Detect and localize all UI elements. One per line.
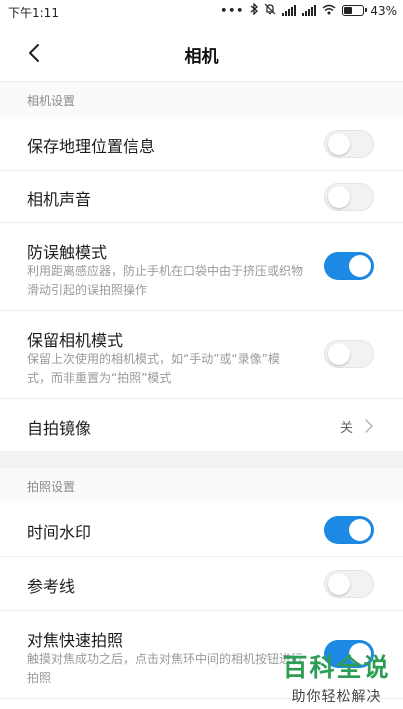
toggle-switch[interactable] <box>324 183 374 211</box>
watermark-subtitle: 助你轻松解决 <box>291 689 382 705</box>
toggle-knob <box>349 519 371 541</box>
battery-icon <box>342 5 368 16</box>
setting-label: 保存地理位置信息 <box>27 137 156 156</box>
wifi-icon <box>322 4 336 18</box>
signal-icon <box>282 5 297 16</box>
setting-description: 触摸对焦成功之后，点击对焦环中间的相机按钮进行拍照 <box>27 652 304 685</box>
section-divider <box>0 452 403 468</box>
setting-description: 利用距离感应器，防止手机在口袋中由于挤压或织物滑动引起的误拍照操作 <box>27 264 304 297</box>
mute-icon <box>264 3 276 18</box>
setting-camera-sound[interactable]: 相机声音 <box>0 171 403 223</box>
section-header-camera: 相机设置 <box>0 82 403 117</box>
setting-label: 对焦快速拍照 <box>27 631 124 650</box>
setting-value: 关 <box>339 421 353 436</box>
watermark-title: 百科全说 <box>282 653 391 682</box>
setting-label: 参考线 <box>27 577 76 596</box>
setting-label: 时间水印 <box>27 523 92 542</box>
toggle-knob <box>349 255 371 277</box>
setting-time-watermark[interactable]: 时间水印 <box>0 503 403 557</box>
setting-save-location[interactable]: 保存地理位置信息 <box>0 117 403 171</box>
toggle-knob <box>328 186 350 208</box>
setting-grid-lines[interactable]: 参考线 <box>0 557 403 611</box>
section-header-photo: 拍照设置 <box>0 468 403 503</box>
setting-keep-camera-mode[interactable]: 保留相机模式 保留上次使用的相机模式，如“手动”或“录像”模式，而非重置为“拍照… <box>0 311 403 399</box>
page-title: 相机 <box>184 47 219 67</box>
settings-list: 相机设置 保存地理位置信息 相机声音 防误触模式 利用距离感应器，防止手机在口袋… <box>0 82 403 699</box>
toggle-knob <box>328 343 350 365</box>
setting-anti-mistouch[interactable]: 防误触模式 利用距离感应器，防止手机在口袋中由于挤压或织物滑动引起的误拍照操作 <box>0 223 403 311</box>
toggle-switch[interactable] <box>324 516 374 544</box>
setting-label: 相机声音 <box>27 190 92 209</box>
status-icons: ••• 43% <box>220 2 397 18</box>
toggle-switch[interactable] <box>324 340 374 368</box>
signal-icon <box>302 5 317 16</box>
setting-selfie-mirror[interactable]: 自拍镜像 关 <box>0 399 403 452</box>
brand-watermark: 百科全说 助你轻松解决 <box>274 648 399 705</box>
bluetooth-icon <box>250 2 259 18</box>
toggle-switch[interactable] <box>324 252 374 280</box>
status-bar: 下午1:11 ••• 43% <box>0 0 403 24</box>
status-time: 下午1:11 <box>8 6 59 20</box>
toggle-switch[interactable] <box>324 130 374 158</box>
toggle-knob <box>328 573 350 595</box>
setting-label: 保留相机模式 <box>27 331 124 350</box>
toggle-knob <box>328 133 350 155</box>
dots-icon: ••• <box>220 4 245 17</box>
chevron-right-icon <box>365 419 373 433</box>
setting-description: 保留上次使用的相机模式，如“手动”或“录像”模式，而非重置为“拍照”模式 <box>27 352 280 385</box>
battery-level: 43% <box>370 3 397 18</box>
title-bar: 相机 <box>0 24 403 82</box>
toggle-switch[interactable] <box>324 570 374 598</box>
setting-label: 防误触模式 <box>27 243 108 262</box>
setting-label: 自拍镜像 <box>27 419 92 438</box>
